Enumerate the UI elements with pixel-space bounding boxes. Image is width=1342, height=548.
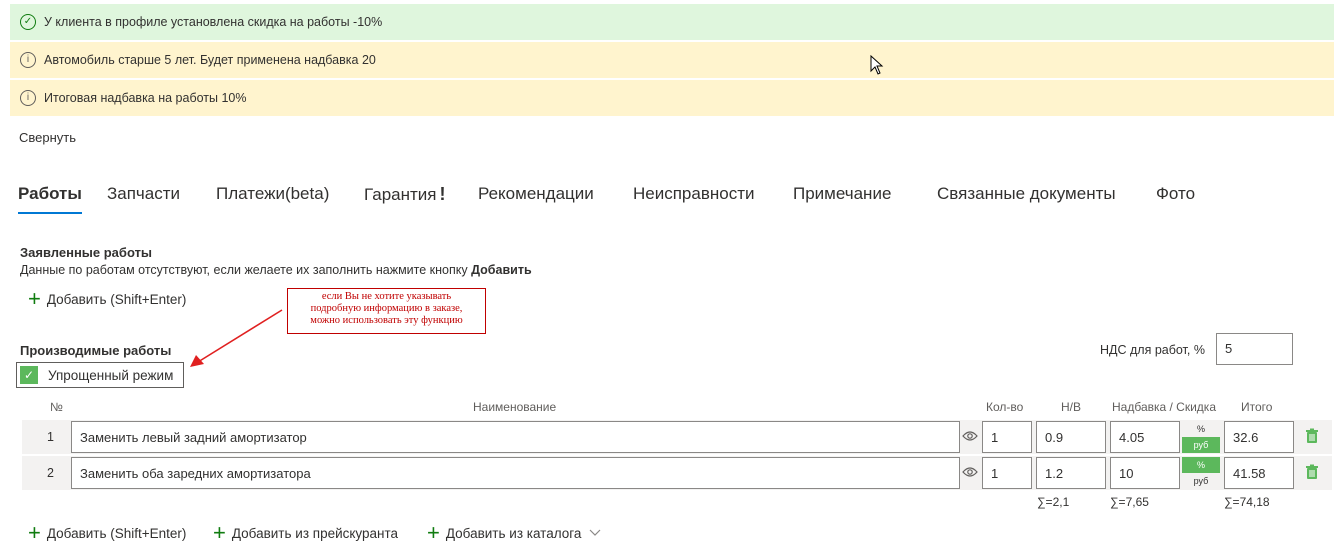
table-row: 1 Заменить левый задний амортизатор 1 0.… [22,420,1332,454]
checkmark-icon: ✓ [20,366,38,384]
alert-total-markup-text: Итоговая надбавка на работы 10% [44,91,247,105]
tab-related-docs[interactable]: Связанные документы [937,184,1116,204]
plus-icon: + [213,520,226,545]
qty-input[interactable]: 1 [982,457,1032,489]
sum-norm-hours: ∑=2,1 [1037,495,1070,509]
rub-option[interactable]: руб [1182,437,1220,453]
eye-icon[interactable] [962,466,978,478]
header-total: Итого [1241,400,1273,414]
total-input[interactable]: 41.58 [1224,457,1294,489]
header-num: № [50,400,63,414]
chevron-down-icon [589,529,601,536]
info-icon: i [20,52,36,68]
declared-works-title: Заявленные работы [20,245,153,260]
alert-old-car: i Автомобиль старше 5 лет. Будет примене… [10,42,1334,78]
plus-icon: + [427,520,440,545]
tab-malfunctions[interactable]: Неисправности [633,184,755,204]
collapse-link[interactable]: Свернуть [19,130,76,145]
markup-input[interactable]: 4.05 [1110,421,1180,453]
header-name: Наименование [473,400,557,414]
row-number: 2 [47,466,54,480]
header-markup: Надбавка / Скидка [1112,400,1216,414]
alert-old-car-text: Автомобиль старше 5 лет. Будет применена… [44,53,376,67]
markup-mode-toggle[interactable]: % руб [1182,421,1220,453]
add-from-catalog-button[interactable]: + Добавить из каталога [427,522,601,544]
plus-icon: + [28,286,41,311]
norm-hours-input[interactable]: 0.9 [1036,421,1106,453]
eye-icon[interactable] [962,430,978,442]
tab-notes[interactable]: Примечание [793,184,891,204]
tab-photo[interactable]: Фото [1156,184,1195,204]
add-declared-work-button[interactable]: + Добавить (Shift+Enter) [28,288,186,310]
percent-option[interactable]: % [1182,457,1220,473]
sum-markup: ∑=7,65 [1110,495,1149,509]
tab-payments[interactable]: Платежи(beta) [216,184,329,204]
work-name-input[interactable]: Заменить левый задний амортизатор [71,421,960,453]
rub-option[interactable]: руб [1182,473,1220,489]
check-circle-icon: ✓ [20,14,36,30]
simple-mode-label: Упрощенный режим [48,367,174,383]
header-nh: Н/В [1061,400,1082,414]
total-input[interactable]: 32.6 [1224,421,1294,453]
sum-total: ∑=74,18 [1224,495,1270,509]
declared-works-note: Данные по работам отсутствуют, если жела… [20,263,532,277]
table-row: 2 Заменить оба заредних амортизатора 1 1… [22,456,1332,490]
norm-hours-input[interactable]: 1.2 [1036,457,1106,489]
qty-input[interactable]: 1 [982,421,1032,453]
warning-badge: ! [439,184,446,204]
percent-option[interactable]: % [1182,421,1220,437]
trash-icon[interactable] [1305,428,1319,444]
markup-input[interactable]: 10 [1110,457,1180,489]
info-icon: i [20,90,36,106]
annotation-arrow-icon [190,309,283,367]
tab-parts[interactable]: Запчасти [107,184,180,204]
add-from-price-list-button[interactable]: + Добавить из прейскуранта [213,522,398,544]
alert-discount-text: У клиента в профиле установлена скидка н… [44,15,383,29]
mouse-cursor-icon [870,55,884,75]
alert-total-markup: i Итоговая надбавка на работы 10% [10,80,1334,116]
trash-icon[interactable] [1305,464,1319,480]
tab-works[interactable]: Работы [18,184,82,214]
callout-annotation: если Вы не хотите указывать подробную ин… [287,288,486,334]
row-number: 1 [47,430,54,444]
plus-icon: + [28,520,41,545]
tab-warranty[interactable]: Гарантия! [364,184,446,205]
vat-label: НДС для работ, % [1100,343,1205,357]
alert-discount: ✓ У клиента в профиле установлена скидка… [10,4,1334,40]
performed-works-title: Производимые работы [20,343,172,358]
work-name-input[interactable]: Заменить оба заредних амортизатора [71,457,960,489]
markup-mode-toggle[interactable]: % руб [1182,457,1220,489]
add-work-button[interactable]: + Добавить (Shift+Enter) [28,522,186,544]
simple-mode-checkbox[interactable]: ✓ Упрощенный режим [16,362,184,388]
vat-input[interactable]: 5 [1216,333,1293,365]
header-qty: Кол-во [986,400,1024,414]
tab-recommendations[interactable]: Рекомендации [478,184,594,204]
